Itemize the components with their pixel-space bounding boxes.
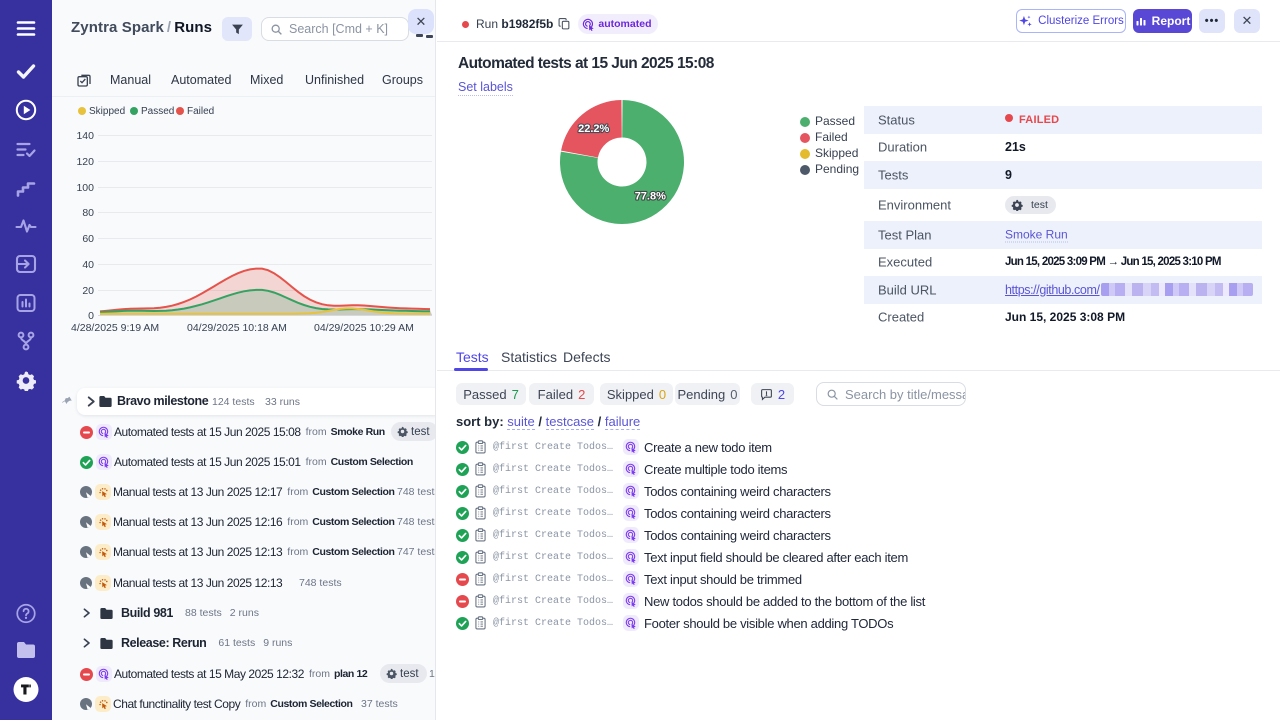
- svg-text:4/28/2025 9:19 AM: 4/28/2025 9:19 AM: [71, 322, 159, 334]
- svg-text:100: 100: [76, 182, 94, 194]
- svg-text:0: 0: [88, 310, 94, 322]
- svg-text:22.2%: 22.2%: [578, 123, 609, 135]
- svg-text:04/29/2025 10:29 AM: 04/29/2025 10:29 AM: [314, 322, 414, 334]
- svg-text:120: 120: [76, 156, 94, 168]
- svg-text:20: 20: [82, 285, 94, 297]
- svg-text:80: 80: [82, 207, 94, 219]
- svg-text:40: 40: [82, 259, 94, 271]
- svg-text:60: 60: [82, 233, 94, 245]
- svg-text:04/29/2025 10:18 AM: 04/29/2025 10:18 AM: [187, 322, 287, 334]
- svg-text:77.8%: 77.8%: [635, 191, 666, 203]
- svg-text:140: 140: [76, 130, 94, 142]
